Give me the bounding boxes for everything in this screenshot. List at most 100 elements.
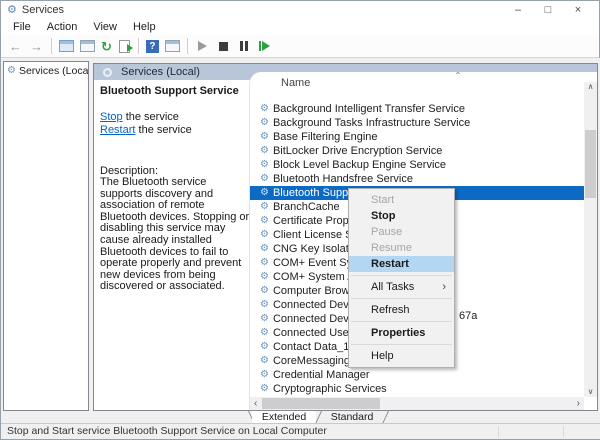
context-menu-item-stop[interactable]: Stop: [349, 208, 454, 224]
service-gear-icon: ⚙: [260, 258, 269, 268]
service-row[interactable]: ⚙ BitLocker Drive Encryption Service: [250, 144, 584, 158]
service-row[interactable]: ⚙ Cryptographic Services: [250, 382, 584, 396]
minimize-button[interactable]: –: [503, 1, 533, 19]
service-row[interactable]: ⚙ Bluetooth Handsfree Service: [250, 172, 584, 186]
service-gear-icon: ⚙: [260, 104, 269, 114]
action-pane-icon[interactable]: [165, 40, 180, 52]
service-gear-icon: ⚙: [260, 132, 269, 142]
panel-header-title: Services (Local): [121, 66, 200, 78]
context-menu-item-restart[interactable]: Restart: [349, 256, 454, 272]
service-gear-icon: ⚙: [260, 314, 269, 324]
workspace: ⚙ Services (Local) Services (Local) Blue…: [1, 58, 600, 411]
restart-service-link[interactable]: Restart: [100, 124, 135, 136]
scroll-left-icon[interactable]: ‹: [254, 397, 257, 410]
service-name: BitLocker Drive Encryption Service: [273, 145, 442, 157]
service-gear-icon: ⚙: [260, 342, 269, 352]
scroll-down-icon[interactable]: ∨: [584, 387, 597, 397]
show-console-tree-icon[interactable]: [59, 40, 74, 52]
service-row[interactable]: ⚙ Credential Manager: [250, 368, 584, 382]
context-menu-item-help[interactable]: Help: [349, 348, 454, 364]
service-gear-icon: ⚙: [260, 202, 269, 212]
context-menu-item-start: Start: [349, 192, 454, 208]
sort-ascending-icon[interactable]: ˆ: [456, 70, 460, 84]
selected-service-title: Bluetooth Support Service: [100, 85, 250, 97]
service-name-tail: 67a: [459, 310, 477, 322]
services-icon: ⚙: [7, 66, 16, 76]
refresh-icon[interactable]: ↻: [101, 40, 112, 53]
stop-line-rest: the service: [123, 111, 179, 123]
context-menu-separator: [351, 344, 452, 345]
services-header-icon: [103, 68, 112, 77]
context-menu-separator: [351, 298, 452, 299]
name-column-header[interactable]: Name: [281, 77, 310, 89]
maximize-button[interactable]: □: [533, 1, 563, 19]
stop-service-icon[interactable]: [219, 42, 228, 51]
horizontal-scrollbar[interactable]: ‹ ›: [250, 397, 584, 410]
service-name: Base Filtering Engine: [273, 131, 378, 143]
service-name: BranchCache: [273, 201, 340, 213]
service-row[interactable]: ⚙Background Intelligent Transfer Service: [250, 102, 584, 116]
service-name: Bluetooth Handsfree Service: [273, 173, 413, 185]
menu-action[interactable]: Action: [39, 21, 86, 33]
service-gear-icon: ⚙: [260, 328, 269, 338]
context-menu: StartStopPauseResumeRestart All Tasks› Ref…: [348, 188, 455, 368]
properties-window-icon[interactable]: [80, 40, 95, 52]
toolbar-separator: [138, 38, 139, 54]
service-detail-pane: Bluetooth Support Service Stop the servi…: [100, 85, 250, 293]
export-list-icon[interactable]: [119, 40, 130, 53]
service-gear-icon: ⚙: [260, 146, 269, 156]
stop-service-line: Stop the service: [100, 111, 250, 124]
service-gear-icon: ⚙: [260, 286, 269, 296]
context-menu-item-all-tasks[interactable]: All Tasks›: [349, 279, 454, 295]
forward-icon[interactable]: →: [26, 40, 47, 53]
menu-help[interactable]: Help: [125, 21, 164, 33]
help-icon[interactable]: ?: [146, 40, 159, 53]
start-service-icon[interactable]: [198, 41, 207, 51]
context-menu-item-properties[interactable]: Properties: [349, 325, 454, 341]
restart-service-icon[interactable]: [259, 41, 270, 51]
vertical-scrollbar[interactable]: ∧ ∨: [584, 82, 597, 397]
toolbar: ← → ↻ ?: [1, 35, 599, 58]
vertical-scroll-thumb[interactable]: [585, 130, 596, 198]
scroll-right-icon[interactable]: ›: [577, 397, 580, 410]
service-row[interactable]: ⚙ Block Level Backup Engine Service: [250, 158, 584, 172]
service-gear-icon: ⚙: [260, 118, 269, 128]
submenu-arrow-icon: ›: [442, 279, 446, 295]
context-menu-item-pause: Pause: [349, 224, 454, 240]
horizontal-scroll-thumb[interactable]: [262, 398, 380, 409]
service-gear-icon: ⚙: [260, 244, 269, 254]
service-name: Cryptographic Services: [273, 383, 387, 395]
status-text: Stop and Start service Bluetooth Support…: [7, 425, 327, 437]
service-gear-icon: ⚙: [260, 384, 269, 394]
service-row[interactable]: ⚙ Base Filtering Engine: [250, 130, 584, 144]
menu-bar: File Action View Help: [1, 19, 599, 35]
services-panel: Services (Local) Bluetooth Support Servi…: [93, 63, 598, 411]
stop-service-link[interactable]: Stop: [100, 111, 123, 123]
service-name: Block Level Backup Engine Service: [273, 159, 446, 171]
window-title: Services: [22, 4, 64, 16]
service-name: Background Tasks Infrastructure Service: [273, 117, 470, 129]
description-text: The Bluetooth service supports discovery…: [100, 177, 250, 293]
pause-service-icon[interactable]: [240, 41, 248, 51]
close-button[interactable]: ×: [563, 1, 593, 19]
toolbar-separator: [187, 38, 188, 54]
context-menu-item-refresh[interactable]: Refresh: [349, 302, 454, 318]
menu-view[interactable]: View: [85, 21, 125, 33]
tree-item-services-local[interactable]: ⚙ Services (Local): [4, 62, 88, 77]
status-separator: [498, 426, 499, 437]
status-separator: [563, 426, 564, 437]
service-name: CoreMessaging: [273, 355, 350, 367]
console-tree-panel: ⚙ Services (Local): [3, 61, 89, 411]
menu-file[interactable]: File: [5, 21, 39, 33]
scroll-up-icon[interactable]: ∧: [584, 82, 597, 92]
back-icon[interactable]: ←: [5, 40, 26, 53]
service-row[interactable]: ⚙ Background Tasks Infrastructure Service: [250, 116, 584, 130]
toolbar-separator: [51, 38, 52, 54]
service-name: Credential Manager: [273, 369, 370, 381]
app-icon: ⚙: [7, 5, 17, 16]
service-gear-icon: ⚙: [260, 370, 269, 380]
service-gear-icon: ⚙: [260, 174, 269, 184]
context-menu-item-resume: Resume: [349, 240, 454, 256]
service-gear-icon: ⚙: [260, 160, 269, 170]
service-gear-icon: ⚙: [260, 230, 269, 240]
